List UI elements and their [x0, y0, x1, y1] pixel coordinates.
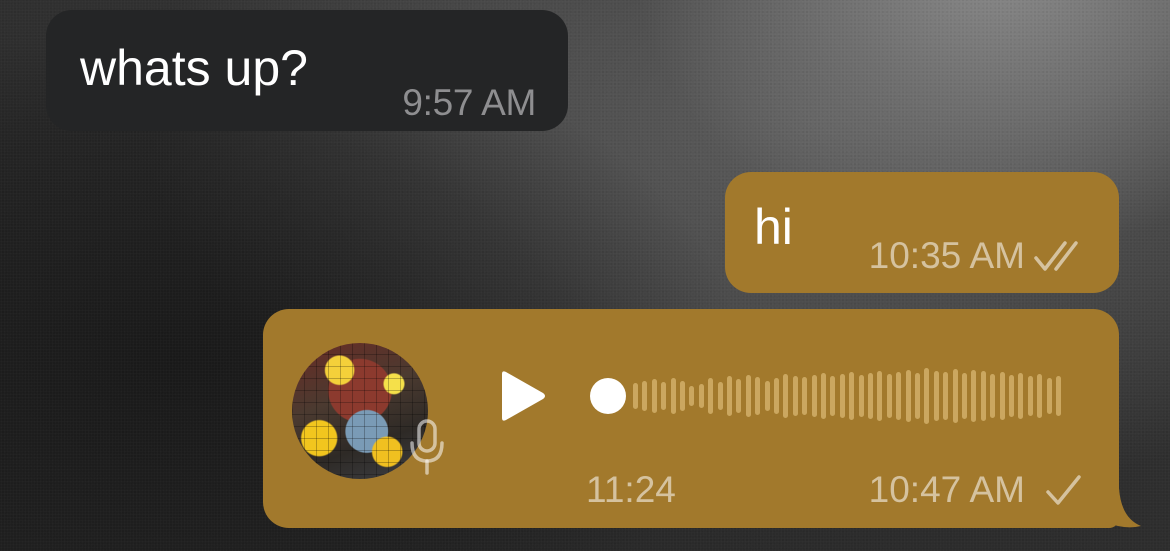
incoming-message-bubble[interactable]: whats up? 9:57 AM [46, 10, 568, 131]
message-timestamp: 9:57 AM [402, 82, 536, 123]
waveform-bar [999, 372, 1005, 420]
message-text: hi [754, 199, 793, 255]
waveform-bar [680, 381, 685, 411]
waveform-bar [933, 371, 939, 421]
waveform-bar [821, 373, 826, 419]
waveform-bar [792, 376, 798, 416]
waveform-bar [858, 375, 864, 417]
waveform-bar [830, 376, 836, 416]
message-text: whats up? [80, 40, 308, 96]
waveform-bar [886, 374, 892, 418]
voice-duration: 11:24 [586, 469, 676, 510]
waveform-bar [745, 375, 751, 417]
waveform-bar [1046, 378, 1052, 414]
single-check-icon [1046, 475, 1081, 505]
waveform-bar [1037, 374, 1043, 418]
waveform-bar [689, 386, 695, 406]
waveform-bar [661, 382, 667, 410]
waveform-bar [755, 377, 761, 415]
voice-message-bubble[interactable]: 11:24 10:47 AM [263, 309, 1119, 528]
waveform-bar [971, 370, 977, 422]
waveform-bar [717, 382, 723, 410]
waveform-bar [670, 378, 676, 414]
waveform-bar [1009, 375, 1014, 417]
waveform-bar [877, 371, 883, 421]
message-timestamp: 10:35 AM [868, 235, 1025, 276]
voice-waveform[interactable] [633, 364, 1069, 428]
waveform-bar [980, 371, 986, 421]
waveform-bar [698, 384, 704, 408]
waveform-bar [839, 374, 845, 418]
bubble-tail [1105, 488, 1141, 528]
waveform-bar [736, 379, 742, 413]
waveform-bar [651, 379, 657, 413]
waveform-bar [990, 374, 996, 418]
waveform-bar [708, 378, 714, 414]
waveform-bar [783, 374, 789, 418]
playback-scrubber[interactable] [590, 378, 626, 414]
waveform-bar [943, 372, 949, 420]
waveform-bar [849, 372, 855, 420]
waveform-bar [952, 369, 958, 423]
waveform-bar [915, 373, 920, 419]
waveform-bar [905, 370, 911, 422]
waveform-bar [802, 377, 808, 415]
waveform-bar [633, 383, 638, 409]
double-check-icon [1034, 241, 1078, 271]
waveform-bar [924, 368, 930, 424]
waveform-bar [727, 376, 732, 416]
waveform-bar [811, 375, 817, 417]
waveform-bar [642, 381, 648, 411]
waveform-bar [764, 381, 770, 411]
waveform-bar [1027, 376, 1033, 416]
waveform-bar [868, 373, 873, 419]
waveform-bar [962, 373, 967, 419]
play-icon[interactable] [498, 369, 548, 423]
message-timestamp: 10:47 AM [868, 469, 1025, 510]
waveform-bar [1018, 373, 1024, 419]
waveform-bar [896, 372, 902, 420]
waveform-bar [1056, 376, 1061, 416]
waveform-bar [774, 378, 779, 414]
microphone-icon [410, 419, 444, 475]
outgoing-message-bubble[interactable]: hi 10:35 AM [725, 172, 1119, 293]
